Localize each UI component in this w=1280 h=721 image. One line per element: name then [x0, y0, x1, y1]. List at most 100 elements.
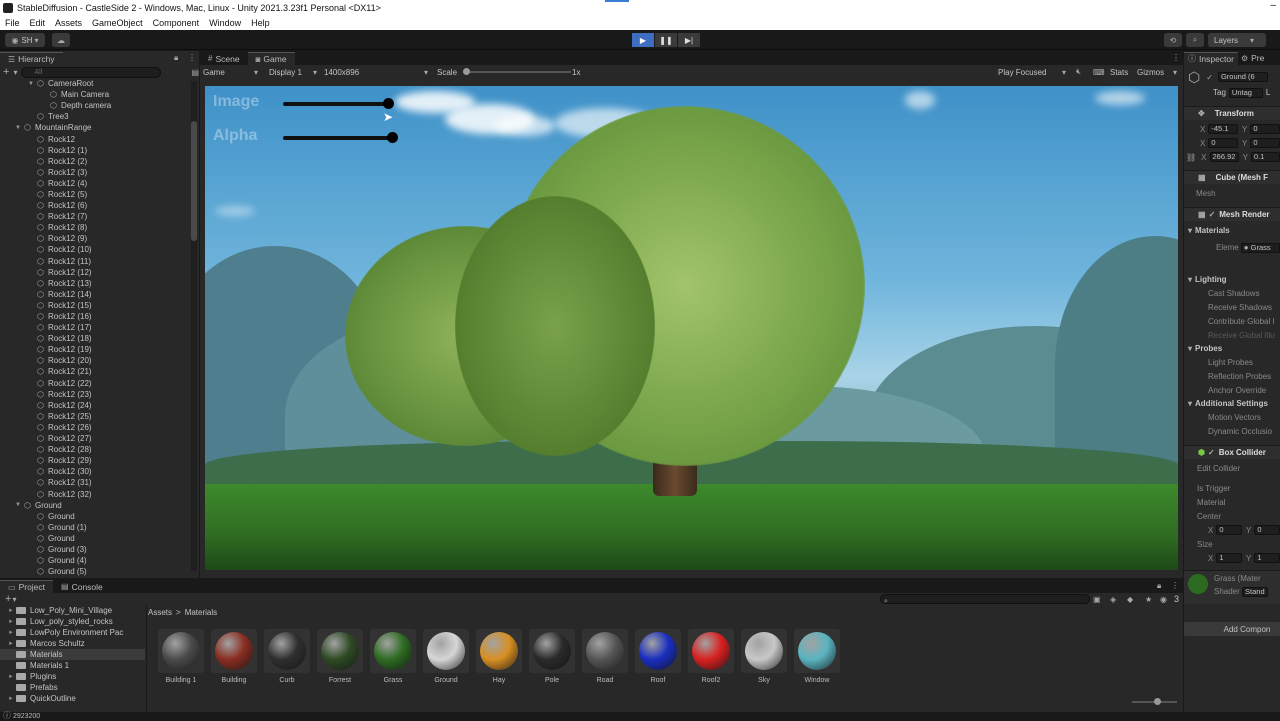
hierarchy-item[interactable]: ⬡ Rock12 (7)	[0, 211, 190, 222]
material-asset[interactable]: Pole	[526, 629, 578, 684]
chevron-right-icon[interactable]: ►	[8, 608, 16, 614]
center-y-field[interactable]: 0	[1254, 525, 1280, 535]
checkbox-checked-icon[interactable]: ✓	[1206, 73, 1213, 82]
lock-icon[interactable]: 🔒︎	[1157, 581, 1161, 591]
gizmos-button[interactable]: Gizmos	[1137, 68, 1164, 77]
image-slider-handle[interactable]	[383, 98, 394, 109]
hierarchy-item[interactable]: ⬡ Rock12 (21)	[0, 366, 190, 377]
tab-scene[interactable]: # Scene	[200, 52, 248, 65]
more-icon[interactable]: ⋮	[1171, 581, 1179, 590]
resolution-dropdown[interactable]: 1400x896	[324, 68, 359, 77]
checkbox-checked-icon[interactable]: ✓	[1209, 210, 1216, 219]
minimize-button[interactable]: –	[1270, 0, 1276, 11]
image-slider[interactable]	[283, 98, 394, 109]
hierarchy-item[interactable]: ⬡ Rock12 (31)	[0, 477, 190, 488]
edit-collider-row[interactable]: Edit Collider	[1184, 463, 1280, 474]
material-asset[interactable]: Forrest	[314, 629, 366, 684]
position-y-field[interactable]: 0	[1250, 124, 1280, 134]
material-asset[interactable]: Grass	[367, 629, 419, 684]
play-button[interactable]: ▶	[632, 33, 654, 47]
material-asset[interactable]: Hay	[473, 629, 525, 684]
game-viewport[interactable]: Image Alpha ➤	[205, 86, 1178, 570]
add-icon[interactable]: +	[5, 593, 11, 605]
hierarchy-item[interactable]: ⬡ Rock12 (4)	[0, 178, 190, 189]
chevron-down-icon[interactable]: ▼	[15, 125, 23, 131]
hierarchy-item[interactable]: ⬡ Ground (3)	[0, 544, 190, 555]
tab-hierarchy[interactable]: ☰ Hierarchy	[0, 52, 63, 65]
hierarchy-item[interactable]: ⬡ Ground	[0, 511, 190, 522]
scrollbar-thumb[interactable]	[191, 121, 197, 241]
tab-preferences[interactable]: ⚙ Pre	[1238, 52, 1267, 65]
alpha-slider-handle[interactable]	[387, 132, 398, 143]
hierarchy-item[interactable]: ⬡ Tree3	[0, 111, 190, 122]
hierarchy-search-input[interactable]: All	[21, 66, 162, 78]
menu-edit[interactable]: Edit	[30, 18, 46, 28]
hierarchy-item[interactable]: ⬡ Rock12 (3)	[0, 167, 190, 178]
chevron-right-icon[interactable]: ►	[8, 696, 16, 702]
transform-header[interactable]: ✥ Transform	[1184, 106, 1280, 120]
layers-dropdown[interactable]: Layers ▾	[1208, 33, 1266, 47]
material-asset[interactable]: Road	[579, 629, 631, 684]
hierarchy-item[interactable]: ⬡ Rock12 (25)	[0, 411, 190, 422]
hierarchy-item[interactable]: ⬡ Rock12 (13)	[0, 278, 190, 289]
hierarchy-item[interactable]: ⬡ Rock12 (5)	[0, 189, 190, 200]
project-folder[interactable]: Materials 1	[0, 660, 145, 671]
hierarchy-item[interactable]: ⬡ Rock12 (22)	[0, 378, 190, 389]
star-icon[interactable]: ★	[1145, 595, 1152, 604]
scale-x-field[interactable]: 266.92	[1209, 152, 1239, 162]
chevron-down-icon[interactable]: ▼	[15, 502, 23, 508]
material-asset[interactable]: Roof2	[685, 629, 737, 684]
hierarchy-item[interactable]: ⬡ Rock12 (10)	[0, 244, 190, 255]
cloud-button[interactable]: ☁	[52, 33, 70, 47]
scale-slider-handle[interactable]	[463, 68, 470, 75]
hierarchy-item[interactable]: ▼ ⬡ Ground	[0, 500, 190, 511]
menu-file[interactable]: File	[5, 18, 20, 28]
hierarchy-item[interactable]: ⬡ Main Camera	[0, 89, 190, 100]
material-asset[interactable]: Curb	[261, 629, 313, 684]
pause-button[interactable]: ❚❚	[655, 33, 677, 47]
grass-material-section[interactable]: Grass (Mater Shader Stand	[1184, 570, 1280, 604]
eye-icon[interactable]: ◉	[1160, 595, 1167, 604]
more-icon[interactable]: ⋮	[188, 53, 196, 62]
scale-slider[interactable]	[463, 68, 571, 75]
hierarchy-item[interactable]: ⬡ Rock12 (29)	[0, 455, 190, 466]
breadcrumb-assets[interactable]: Assets	[148, 608, 172, 617]
lighting-foldout[interactable]: ▾ Lighting	[1184, 274, 1280, 285]
link-icon[interactable]: ⛓	[1186, 153, 1196, 162]
filter-by-type-icon[interactable]: ▣	[1093, 595, 1101, 604]
alpha-slider[interactable]	[283, 132, 398, 143]
shader-dropdown[interactable]: Stand	[1242, 587, 1269, 597]
material-asset[interactable]: Building	[208, 629, 260, 684]
menu-assets[interactable]: Assets	[55, 18, 82, 28]
account-dropdown[interactable]: ◉ SH ▾	[5, 33, 45, 47]
center-x-field[interactable]: 0	[1216, 525, 1242, 535]
object-name-field[interactable]: Ground (6	[1217, 72, 1268, 82]
hierarchy-item[interactable]: ⬡ Ground (1)	[0, 522, 190, 533]
materials-foldout[interactable]: ▾ Materials	[1184, 225, 1280, 236]
project-folder[interactable]: Materials	[0, 649, 145, 660]
hierarchy-item[interactable]: ⬡ Rock12 (9)	[0, 233, 190, 244]
scale-y-field[interactable]: 0.1	[1250, 152, 1280, 162]
project-folder[interactable]: ► Low_poly_styled_rocks	[0, 616, 145, 627]
search-button[interactable]: ⌕	[1186, 33, 1204, 47]
filter-icon[interactable]: ▤	[191, 68, 199, 77]
hierarchy-item[interactable]: ▼ ⬡ CameraRoot	[0, 78, 190, 89]
filter-by-label-icon[interactable]: ◈	[1110, 595, 1116, 604]
hierarchy-item[interactable]: ⬡ Rock12 (26)	[0, 422, 190, 433]
project-folder[interactable]: ► Plugins	[0, 671, 145, 682]
project-folder[interactable]: ► QuickOutline	[0, 693, 145, 704]
add-component-button[interactable]: Add Compon	[1184, 622, 1280, 636]
thumbnail-size-slider[interactable]	[1132, 698, 1177, 705]
hierarchy-item[interactable]: ⬡ Rock12 (2)	[0, 156, 190, 167]
play-focused-dropdown[interactable]: Play Focused	[998, 68, 1046, 77]
material-asset[interactable]: Ground	[420, 629, 472, 684]
tag-icon[interactable]: ◆	[1127, 595, 1133, 604]
hierarchy-item[interactable]: ⬡ Rock12 (15)	[0, 300, 190, 311]
box-collider-header[interactable]: ⬢ ✓ Box Collider	[1184, 445, 1280, 459]
hierarchy-item[interactable]: ⬡ Rock12 (19)	[0, 344, 190, 355]
keyboard-icon[interactable]: ⌨	[1093, 68, 1105, 77]
menu-component[interactable]: Component	[153, 18, 200, 28]
element-field[interactable]: ● Grass	[1240, 242, 1280, 253]
tab-game[interactable]: ◙ Game	[247, 52, 295, 65]
hierarchy-item[interactable]: ⬡ Rock12 (30)	[0, 466, 190, 477]
